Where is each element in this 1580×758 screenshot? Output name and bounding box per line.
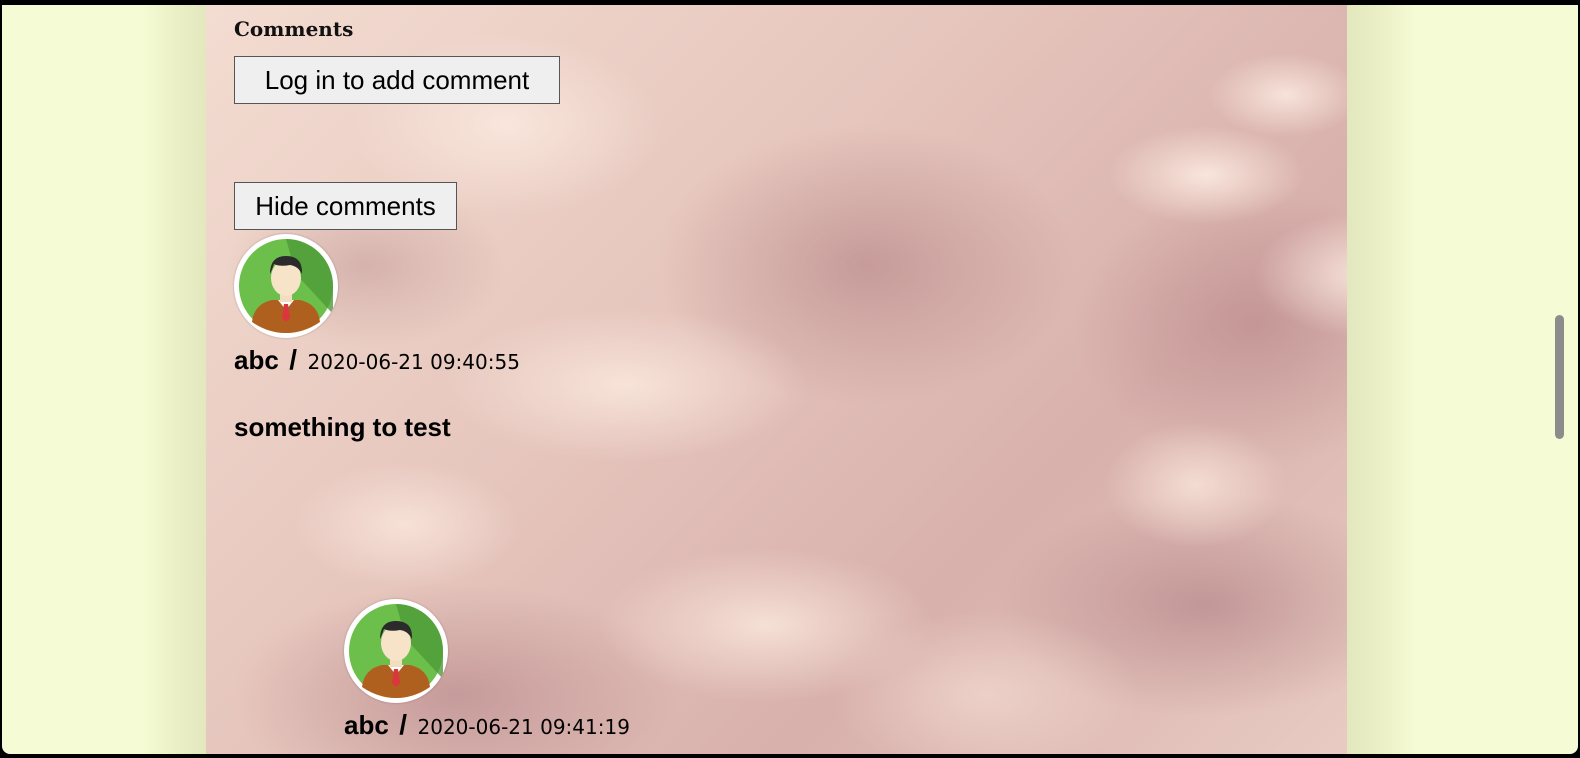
page-side-shadow-right <box>1347 5 1417 754</box>
vertical-scrollbar-thumb[interactable] <box>1555 315 1564 439</box>
comment-item: abc / 2020-06-21 09:41:19 <box>344 599 630 741</box>
browser-viewport: Comments Log in to add comment Hide comm… <box>2 5 1578 754</box>
meta-separator: / <box>289 344 298 375</box>
comment-timestamp: 2020-06-21 09:40:55 <box>307 350 520 374</box>
page-side-shadow-left <box>142 5 208 754</box>
meta-separator: / <box>399 709 408 740</box>
comment-meta: abc / 2020-06-21 09:41:19 <box>344 709 630 741</box>
comment-meta: abc / 2020-06-21 09:40:55 <box>234 344 520 376</box>
comment-author: abc <box>344 710 389 740</box>
comment-timestamp: 2020-06-21 09:41:19 <box>417 715 630 739</box>
comment-body: something to test <box>234 412 451 442</box>
comments-heading: Comments <box>234 17 354 41</box>
comment-item: abc / 2020-06-21 09:40:55 something to t… <box>234 234 520 443</box>
user-avatar-icon <box>344 599 448 703</box>
comments-section: Comments Log in to add comment Hide comm… <box>206 5 1347 754</box>
login-to-comment-button[interactable]: Log in to add comment <box>234 56 560 104</box>
user-avatar-icon <box>234 234 338 338</box>
hide-comments-button[interactable]: Hide comments <box>234 182 457 230</box>
comment-author: abc <box>234 345 279 375</box>
